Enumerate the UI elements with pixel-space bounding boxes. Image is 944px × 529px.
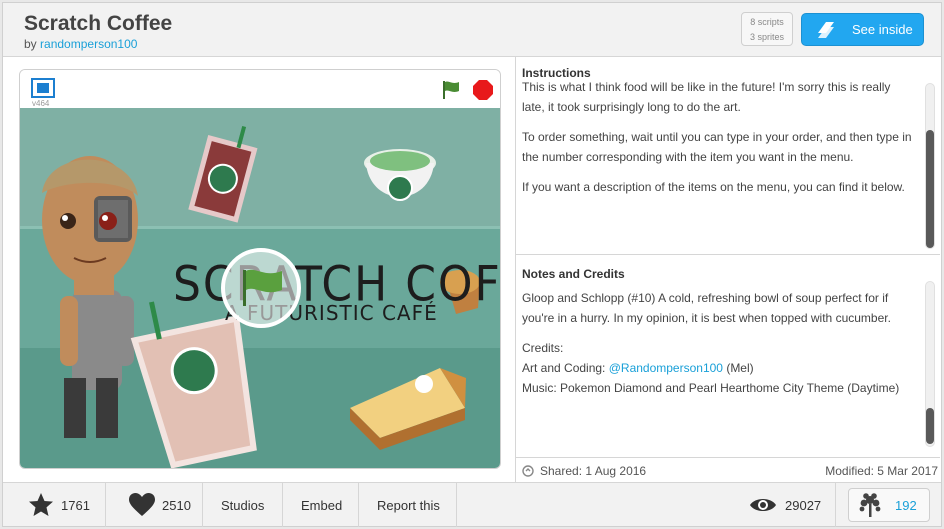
notes-paragraph: Gloop and Schlopp (#10) A cold, refreshi… xyxy=(522,291,891,325)
scripts-count: 8 scripts xyxy=(750,17,784,27)
project-info-panel: Instructions This is what I think food w… xyxy=(515,57,941,483)
notes-section: Notes and Credits Gloop and Schlopp (#10… xyxy=(516,255,940,458)
heart-icon xyxy=(128,491,156,519)
instructions-scrollbar[interactable] xyxy=(925,83,935,249)
favorite-count: 1761 xyxy=(61,497,90,513)
credits-author-link[interactable]: @Randomperson100 xyxy=(609,361,723,375)
project-header: Scratch Coffee by randomperson100 8 scri… xyxy=(3,3,941,57)
author-link[interactable]: randomperson100 xyxy=(40,37,137,51)
project-stage[interactable]: SCRATCH COFFEE A FUTURISTIC CAFÉ xyxy=(20,108,500,468)
stage-artwork: SCRATCH COFFEE A FUTURISTIC CAFÉ xyxy=(20,108,500,468)
fullscreen-icon[interactable] xyxy=(30,77,56,99)
instructions-paragraph: To order something, wait until you can t… xyxy=(522,130,912,164)
instructions-text[interactable]: This is what I think food will be like i… xyxy=(522,77,914,207)
remix-tree-button[interactable]: 192 xyxy=(848,488,930,522)
shared-icon xyxy=(522,465,534,477)
star-icon xyxy=(27,491,55,519)
share-info-row: Shared: 1 Aug 2016 Modified: 5 Mar 2017 xyxy=(516,459,940,483)
see-inside-button[interactable]: See inside xyxy=(801,13,924,46)
credits-art-suffix: (Mel) xyxy=(722,361,754,375)
love-count: 2510 xyxy=(162,497,191,513)
sprites-count: 3 sprites xyxy=(749,32,784,42)
bar-divider xyxy=(835,483,836,527)
player-controls: v464 xyxy=(20,70,500,108)
instructions-scroll-thumb[interactable] xyxy=(926,130,934,248)
remix-tree-icon xyxy=(859,492,881,518)
notes-scroll-thumb[interactable] xyxy=(926,408,934,444)
stop-icon[interactable] xyxy=(472,79,494,101)
green-flag-icon[interactable] xyxy=(440,79,462,101)
remix-count: 192 xyxy=(895,497,917,513)
favorite-button[interactable]: 1761 xyxy=(3,483,106,527)
credits-music-line: Music: Pokemon Diamond and Pearl Heartho… xyxy=(522,381,900,395)
by-label: by xyxy=(24,37,37,51)
action-bar: 1761 2510 Studios Embed Report this 2902… xyxy=(3,482,941,527)
instructions-paragraph: This is what I think food will be like i… xyxy=(522,80,891,114)
love-button[interactable]: 2510 xyxy=(106,483,203,527)
eye-icon xyxy=(749,496,779,514)
credits-art-prefix: Art and Coding: xyxy=(522,361,609,375)
project-player: v464 COF A FUTURISTIC CAFÉ xyxy=(19,69,501,469)
byline: by randomperson100 xyxy=(24,37,137,51)
credits-label: Credits: xyxy=(522,341,564,355)
see-inside-icon xyxy=(808,15,844,45)
modified-date: Modified: 5 Mar 2017 xyxy=(825,464,938,478)
credits-art-line: Art and Coding: @Randomperson100 (Mel) xyxy=(522,358,914,378)
project-title: Scratch Coffee xyxy=(24,12,173,35)
instructions-section: Instructions This is what I think food w… xyxy=(516,57,940,255)
notes-text[interactable]: Gloop and Schlopp (#10) A cold, refreshi… xyxy=(522,288,914,398)
notes-heading: Notes and Credits xyxy=(522,267,625,281)
project-stats-badge: 8 scripts 3 sprites xyxy=(741,12,793,46)
see-inside-label: See inside xyxy=(852,22,913,37)
shared-text: Shared: 1 Aug 2016 xyxy=(540,464,647,478)
views-count: 29027 xyxy=(785,497,822,513)
instructions-paragraph: If you want a description of the items o… xyxy=(522,180,905,194)
report-button[interactable]: Report this xyxy=(359,483,457,527)
project-page: Scratch Coffee by randomperson100 8 scri… xyxy=(2,2,942,527)
studios-button[interactable]: Studios xyxy=(203,483,283,527)
notes-scrollbar[interactable] xyxy=(925,281,935,447)
views-counter: 29027 xyxy=(749,483,821,527)
shared-date: Shared: 1 Aug 2016 xyxy=(522,464,646,478)
embed-button[interactable]: Embed xyxy=(283,483,359,527)
play-overlay-icon[interactable] xyxy=(221,248,301,328)
player-version: v464 xyxy=(32,99,50,108)
